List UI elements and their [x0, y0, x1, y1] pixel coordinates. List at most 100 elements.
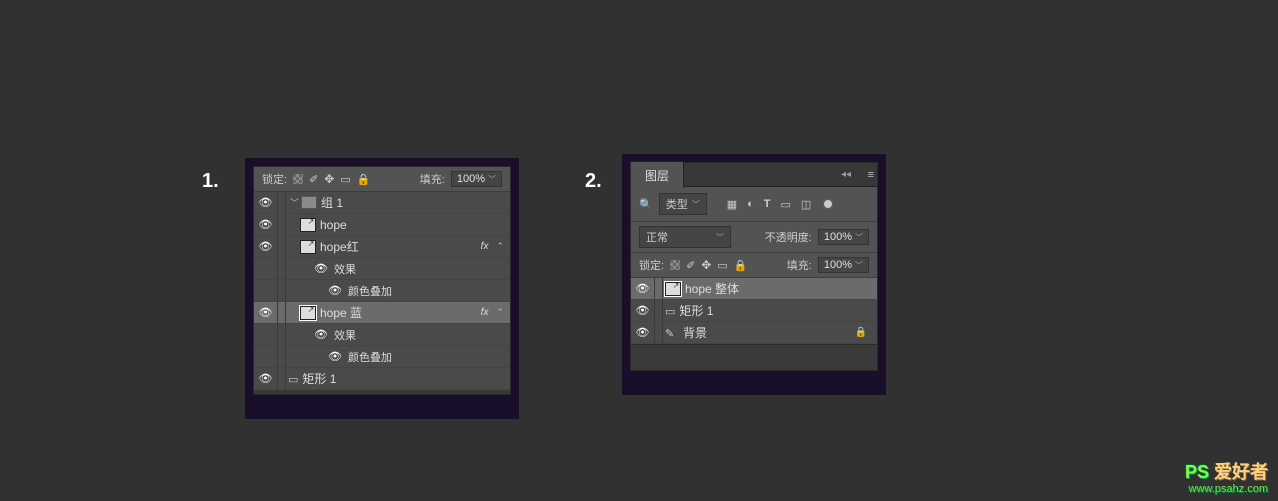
lock-image-icon[interactable]: ✐	[309, 173, 318, 186]
watermark-brand-cn: 爱好者	[1214, 462, 1268, 482]
layers-list-2: hope 整体 矩形 1 背景 🔒	[631, 278, 877, 344]
visibility-toggle[interactable]	[314, 262, 328, 275]
disclosure-down-icon[interactable]: ﹀	[290, 196, 299, 209]
panel-menu-icon[interactable]: ≡	[868, 169, 871, 181]
smart-object-icon	[665, 282, 681, 296]
filter-type-icons: ▦ ◐ T ▭ ◫	[727, 198, 812, 211]
layers-list-1: ﹀ 组 1 hope hope红 fx ⌃	[254, 192, 510, 390]
filter-kind-label: 类型	[666, 196, 688, 212]
lock-all-icon[interactable]: 🔒	[357, 173, 371, 186]
fill-value-dropdown[interactable]: 100% ﹀	[451, 171, 502, 187]
chevron-down-icon: ﹀	[692, 199, 700, 210]
layers-panel-2: 图层 ◂◂ ≡ 🔍 类型 ﹀ ▦ ◐ T ▭ ◫ 正常	[630, 162, 878, 371]
visibility-toggle[interactable]	[254, 192, 278, 213]
lock-row-2: 锁定: ✐ ✥ ▭ 🔒 填充: 100% ﹀	[631, 253, 877, 278]
smart-object-icon	[300, 218, 316, 232]
lock-artboard-icon[interactable]: ▭	[717, 259, 727, 272]
folder-icon	[301, 196, 317, 209]
watermark-url: www.psahz.com	[1185, 483, 1268, 495]
panel-bottom-strip	[631, 366, 877, 370]
filter-adjustment-icon[interactable]: ◐	[747, 198, 754, 211]
layer-group-1[interactable]: ﹀ 组 1	[254, 192, 510, 214]
fx-badge[interactable]: fx	[481, 307, 489, 318]
layer-hope-blue[interactable]: hope 蓝 fx ⌃	[254, 302, 510, 324]
lock-label: 锁定:	[262, 171, 287, 187]
empty-layers-area[interactable]	[631, 344, 877, 366]
filter-pixel-icon[interactable]: ▦	[727, 198, 737, 211]
layers-panel-1: 锁定: ✐ ✥ ▭ 🔒 填充: 100% ﹀ ﹀ 组 1	[253, 166, 511, 395]
lock-row: 锁定: ✐ ✥ ▭ 🔒 填充: 100% ﹀	[254, 167, 510, 192]
layer-name: hope 蓝	[320, 304, 362, 321]
layer-effects-row-2[interactable]: 效果	[254, 324, 510, 346]
layer-color-overlay-row[interactable]: 颜色叠加	[254, 280, 510, 302]
visibility-spacer	[254, 346, 278, 367]
visibility-toggle[interactable]	[314, 328, 328, 341]
opacity-value-dropdown[interactable]: 100% ﹀	[818, 229, 869, 245]
visibility-toggle[interactable]	[631, 322, 655, 343]
fill-value: 100%	[824, 259, 852, 271]
visibility-toggle[interactable]	[254, 368, 278, 389]
effects-label: 效果	[334, 261, 356, 277]
filter-text-icon[interactable]: T	[764, 198, 771, 211]
layer-hope-whole[interactable]: hope 整体	[631, 278, 877, 300]
lock-artboard-icon[interactable]: ▭	[340, 173, 350, 186]
visibility-toggle[interactable]	[328, 284, 342, 297]
shape-icon	[288, 372, 302, 386]
visibility-toggle[interactable]	[254, 302, 278, 323]
lock-transparent-icon[interactable]	[670, 260, 680, 270]
effects-label: 效果	[334, 327, 356, 343]
watermark-brand-en: PS	[1185, 462, 1209, 482]
layer-hope-red[interactable]: hope红 fx ⌃	[254, 236, 510, 258]
panel-2-wrapper: 图层 ◂◂ ≡ 🔍 类型 ﹀ ▦ ◐ T ▭ ◫ 正常	[622, 154, 886, 395]
visibility-toggle[interactable]	[631, 278, 655, 299]
fx-badge[interactable]: fx	[481, 241, 489, 252]
tab-layers[interactable]: 图层	[631, 161, 684, 188]
visibility-toggle[interactable]	[631, 300, 655, 321]
lock-position-icon[interactable]: ✥	[701, 258, 711, 272]
chevron-down-icon: ﹀	[855, 232, 863, 243]
chevron-down-icon: ﹀	[716, 232, 724, 243]
collapse-panel-icon[interactable]: ◂◂	[841, 169, 851, 180]
lock-all-icon[interactable]: 🔒	[734, 259, 748, 272]
layer-background[interactable]: 背景 🔒	[631, 322, 877, 344]
chevron-down-icon: ﹀	[488, 174, 496, 185]
step-number-2: 2.	[585, 170, 602, 193]
visibility-toggle[interactable]	[254, 236, 278, 257]
filter-toggle-switch[interactable]	[823, 199, 833, 209]
blend-mode-dropdown[interactable]: 正常 ﹀	[639, 226, 731, 248]
watermark-brand: PS 爱好者	[1185, 463, 1268, 483]
watermark: PS 爱好者 www.psahz.com	[1185, 463, 1268, 495]
filter-smart-icon[interactable]: ◫	[801, 198, 811, 211]
layer-hope[interactable]: hope	[254, 214, 510, 236]
step-number-1: 1.	[202, 170, 219, 193]
visibility-toggle[interactable]	[254, 214, 278, 235]
fill-label: 填充:	[420, 171, 445, 187]
layer-effects-row[interactable]: 效果	[254, 258, 510, 280]
fx-collapse-icon[interactable]: ⌃	[496, 307, 504, 318]
visibility-spacer	[254, 258, 278, 279]
filter-row: 🔍 类型 ﹀ ▦ ◐ T ▭ ◫	[631, 187, 877, 222]
lock-position-icon[interactable]: ✥	[324, 172, 334, 186]
blend-row: 正常 ﹀ 不透明度: 100% ﹀	[631, 222, 877, 253]
layer-rect-1-b[interactable]: 矩形 1	[631, 300, 877, 322]
visibility-spacer	[254, 280, 278, 301]
layer-name: hope	[320, 218, 347, 232]
search-icon[interactable]: 🔍	[639, 198, 653, 211]
shape-icon	[665, 304, 679, 318]
layer-name: 背景	[683, 324, 707, 341]
panel-bottom-strip	[254, 390, 510, 394]
brush-icon	[665, 326, 679, 340]
smart-object-icon	[300, 306, 316, 320]
color-overlay-label: 颜色叠加	[348, 349, 392, 365]
fx-collapse-icon[interactable]: ⌃	[496, 241, 504, 252]
layer-rect-1[interactable]: 矩形 1	[254, 368, 510, 390]
filter-kind-dropdown[interactable]: 类型 ﹀	[659, 193, 707, 215]
lock-transparent-icon[interactable]	[293, 174, 303, 184]
visibility-toggle[interactable]	[328, 350, 342, 363]
panel-1-wrapper: 锁定: ✐ ✥ ▭ 🔒 填充: 100% ﹀ ﹀ 组 1	[245, 158, 519, 419]
filter-shape-icon[interactable]: ▭	[781, 198, 791, 211]
fill-value-dropdown[interactable]: 100% ﹀	[818, 257, 869, 273]
lock-image-icon[interactable]: ✐	[686, 259, 695, 272]
lock-label: 锁定:	[639, 257, 664, 273]
layer-color-overlay-row-2[interactable]: 颜色叠加	[254, 346, 510, 368]
